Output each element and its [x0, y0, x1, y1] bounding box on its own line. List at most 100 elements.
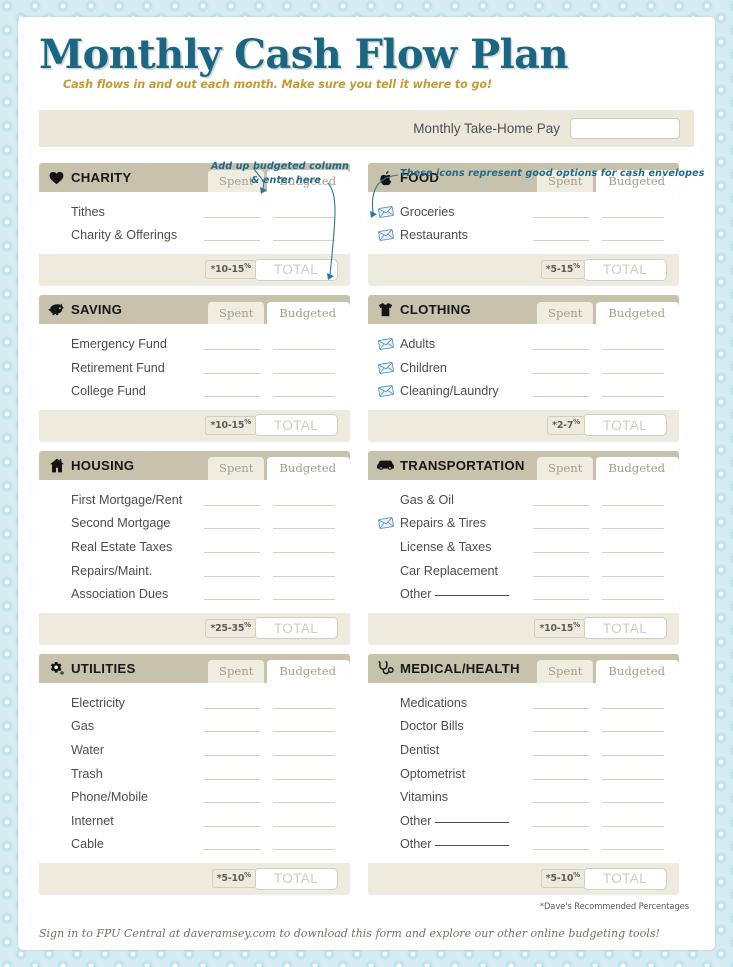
- custom-label-blank[interactable]: [434, 837, 509, 847]
- spent-input[interactable]: [533, 362, 589, 374]
- spent-input[interactable]: [533, 541, 589, 553]
- custom-label-blank[interactable]: [434, 587, 509, 597]
- budgeted-input[interactable]: [273, 362, 335, 374]
- form-sheet: Monthly Cash Flow Plan Cash flows in and…: [18, 17, 715, 950]
- category-total-input[interactable]: TOTAL: [254, 414, 338, 437]
- budgeted-input[interactable]: [273, 385, 335, 398]
- spent-input[interactable]: [204, 517, 260, 530]
- spent-input[interactable]: [204, 385, 260, 398]
- budgeted-input[interactable]: [602, 565, 664, 577]
- spent-input[interactable]: [204, 362, 260, 374]
- budgeted-input[interactable]: [273, 206, 335, 218]
- spent-input[interactable]: [204, 229, 260, 242]
- spent-input[interactable]: [533, 768, 589, 780]
- budgeted-input[interactable]: [602, 588, 664, 601]
- spent-input[interactable]: [533, 791, 589, 804]
- recommended-percent-badge: *25-35%: [205, 619, 256, 638]
- budgeted-input[interactable]: [602, 362, 664, 374]
- column-header-spent: Spent: [537, 457, 594, 480]
- spent-input[interactable]: [533, 720, 589, 733]
- spent-input[interactable]: [533, 494, 589, 506]
- spent-input[interactable]: [204, 565, 260, 577]
- tshirt-icon: [377, 301, 394, 318]
- budgeted-input[interactable]: [273, 720, 335, 733]
- budget-line-item: First Mortgage/Rent: [39, 488, 350, 512]
- category-total-input[interactable]: TOTAL: [583, 617, 667, 640]
- spent-input[interactable]: [204, 338, 260, 350]
- budgeted-input[interactable]: [602, 385, 664, 398]
- budgeted-input[interactable]: [602, 768, 664, 780]
- percent-sign: %: [244, 418, 251, 427]
- budgeted-input[interactable]: [273, 768, 335, 780]
- budgeted-input[interactable]: [273, 815, 335, 827]
- budgeted-input[interactable]: [273, 697, 335, 709]
- spent-input[interactable]: [204, 744, 260, 756]
- spent-input[interactable]: [204, 494, 260, 506]
- spent-input[interactable]: [533, 744, 589, 756]
- budgeted-input[interactable]: [602, 815, 664, 827]
- line-item-label: Other: [398, 814, 533, 828]
- category-total-input[interactable]: TOTAL: [254, 617, 338, 640]
- envelope-icon: [377, 337, 394, 350]
- budgeted-input[interactable]: [273, 565, 335, 577]
- budgeted-input[interactable]: [602, 338, 664, 350]
- budgeted-input[interactable]: [602, 791, 664, 804]
- line-item-label: Cleaning/Laundry: [400, 384, 499, 399]
- spent-input[interactable]: [204, 697, 260, 709]
- spent-input[interactable]: [204, 720, 260, 733]
- take-home-pay-input[interactable]: [570, 118, 680, 139]
- spent-input[interactable]: [533, 229, 589, 242]
- spent-input[interactable]: [533, 565, 589, 577]
- spent-input[interactable]: [204, 815, 260, 827]
- line-item-label: Repairs/Maint.: [71, 563, 153, 578]
- budgeted-input[interactable]: [602, 838, 664, 851]
- line-item-label: Real Estate Taxes: [71, 539, 173, 554]
- budgeted-input[interactable]: [273, 229, 335, 242]
- custom-label-blank[interactable]: [434, 814, 509, 823]
- spent-input[interactable]: [204, 838, 260, 851]
- budget-line-item: Optometrist: [368, 762, 679, 786]
- category-total-input[interactable]: TOTAL: [583, 867, 667, 890]
- budgeted-input[interactable]: [273, 494, 335, 506]
- percent-value: *10-15: [539, 623, 574, 635]
- budgeted-input[interactable]: [273, 838, 335, 851]
- spent-input[interactable]: [533, 385, 589, 398]
- column-header-tabs: Spent Budgeted: [208, 660, 350, 683]
- spent-input[interactable]: [204, 588, 260, 601]
- budgeted-input[interactable]: [602, 494, 664, 506]
- budgeted-input[interactable]: [273, 541, 335, 553]
- category-header: HOUSING Spent Budgeted: [39, 450, 350, 480]
- budgeted-input[interactable]: [273, 791, 335, 804]
- spent-input[interactable]: [533, 838, 589, 851]
- category-footer: *5-10% TOTAL: [368, 863, 679, 895]
- budgeted-input[interactable]: [273, 744, 335, 756]
- spent-input[interactable]: [533, 206, 589, 218]
- category-footer: *5-15% TOTAL: [368, 254, 679, 286]
- budgeted-input[interactable]: [273, 338, 335, 350]
- spent-input[interactable]: [204, 206, 260, 218]
- budgeted-input[interactable]: [602, 744, 664, 756]
- budgeted-input[interactable]: [602, 720, 664, 733]
- spent-input[interactable]: [204, 768, 260, 780]
- spent-input[interactable]: [533, 697, 589, 709]
- spent-input[interactable]: [533, 338, 589, 350]
- spent-input[interactable]: [204, 791, 260, 804]
- budgeted-input[interactable]: [273, 517, 335, 530]
- budgeted-input[interactable]: [602, 541, 664, 553]
- spent-input[interactable]: [533, 517, 589, 530]
- category-card-food: FOOD Spent Budgeted Groceries Restaurants *5-…: [368, 163, 679, 286]
- budgeted-input[interactable]: [602, 206, 664, 218]
- category-total-input[interactable]: TOTAL: [583, 414, 667, 437]
- spent-input[interactable]: [204, 541, 260, 553]
- category-rows: Emergency Fund Retirement Fund College Fun…: [39, 324, 350, 410]
- spent-input[interactable]: [533, 815, 589, 827]
- column-header-spent: Spent: [208, 660, 265, 683]
- category-total-input[interactable]: TOTAL: [254, 867, 338, 890]
- category-total-input[interactable]: TOTAL: [254, 258, 338, 281]
- budgeted-input[interactable]: [602, 697, 664, 709]
- budgeted-input[interactable]: [602, 229, 664, 242]
- category-total-input[interactable]: TOTAL: [583, 258, 667, 281]
- budgeted-input[interactable]: [273, 588, 335, 601]
- budgeted-input[interactable]: [602, 517, 664, 530]
- spent-input[interactable]: [533, 588, 589, 601]
